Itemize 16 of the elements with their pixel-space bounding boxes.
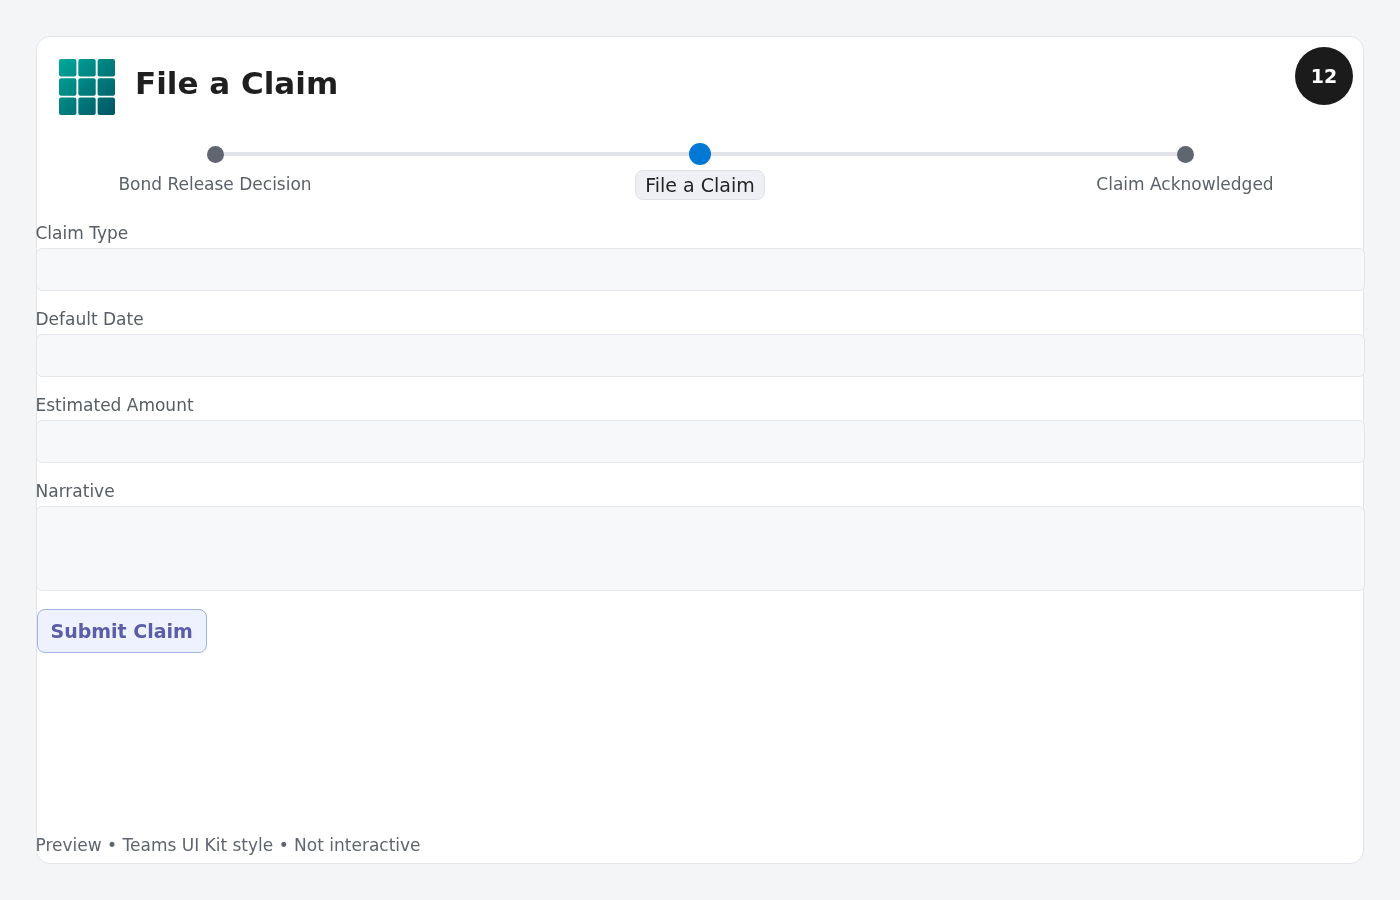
step-label: Bond Release Decision xyxy=(117,173,313,196)
step-label: File a Claim xyxy=(635,170,765,200)
field-label: Claim Type xyxy=(35,223,129,243)
count-badge: 12 xyxy=(1295,47,1353,105)
submit-button[interactable]: Submit Claim xyxy=(36,609,207,653)
step-label: Claim Acknowledged xyxy=(1095,173,1275,196)
field-label: Default Date xyxy=(35,309,144,329)
grid-logo-icon xyxy=(59,59,115,115)
text-area[interactable] xyxy=(35,506,1365,591)
page-title: File a Claim xyxy=(135,65,340,101)
input-field[interactable] xyxy=(35,334,1365,377)
field-label: Estimated Amount xyxy=(35,395,194,415)
input-field[interactable] xyxy=(35,420,1365,463)
field-label: Narrative xyxy=(35,481,115,501)
footer-note: Preview • Teams UI Kit style • Not interactive xyxy=(35,835,421,855)
input-field[interactable] xyxy=(35,248,1365,291)
